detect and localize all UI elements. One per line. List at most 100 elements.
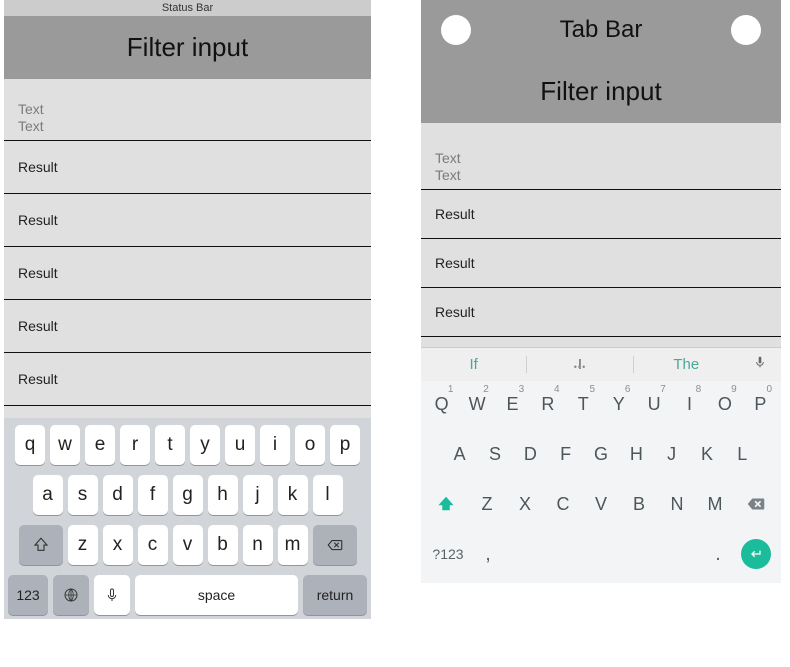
suggestion-bar: If I••• The xyxy=(421,347,781,381)
key-l[interactable]: L xyxy=(725,431,760,477)
phone-mockup-ios: Status Bar Filter input Text Text Result… xyxy=(4,0,371,660)
key-q[interactable]: q xyxy=(15,425,45,465)
suggestion-left[interactable]: If xyxy=(421,356,527,373)
key-c[interactable]: C xyxy=(544,481,582,527)
key-z[interactable]: z xyxy=(68,525,98,565)
key-h[interactable]: H xyxy=(619,431,654,477)
key-r[interactable]: r xyxy=(120,425,150,465)
key-n[interactable]: n xyxy=(243,525,273,565)
key-u[interactable]: 7U xyxy=(636,381,671,427)
key-n[interactable]: N xyxy=(658,481,696,527)
key-m[interactable]: M xyxy=(696,481,734,527)
tab-bar-title: Tab Bar xyxy=(560,16,643,44)
key-b[interactable]: B xyxy=(620,481,658,527)
header-spacer xyxy=(4,79,371,94)
period-key[interactable]: . xyxy=(702,543,734,566)
mic-icon xyxy=(103,586,121,604)
tab-bar: Tab Bar xyxy=(421,0,781,60)
space-key[interactable]: space xyxy=(135,575,298,615)
comma-key[interactable]: , xyxy=(472,543,504,566)
suggestion-mid[interactable]: I••• xyxy=(527,356,633,373)
key-k[interactable]: k xyxy=(278,475,308,515)
key-t[interactable]: t xyxy=(155,425,185,465)
key-f[interactable]: f xyxy=(138,475,168,515)
tab-item-left[interactable] xyxy=(441,15,471,45)
enter-key[interactable] xyxy=(734,539,778,569)
mic-key[interactable] xyxy=(94,575,130,615)
key-e[interactable]: 3E xyxy=(495,381,530,427)
key-h[interactable]: h xyxy=(208,475,238,515)
key-f[interactable]: F xyxy=(548,431,583,477)
phone-mockup-android: Tab Bar Filter input Text Text Result Re… xyxy=(421,0,781,660)
key-x[interactable]: X xyxy=(506,481,544,527)
result-row[interactable]: Result xyxy=(4,141,371,194)
key-r[interactable]: 4R xyxy=(530,381,565,427)
key-z[interactable]: Z xyxy=(468,481,506,527)
spacer xyxy=(421,337,781,347)
key-i[interactable]: 8I xyxy=(672,381,707,427)
result-row[interactable]: Result xyxy=(4,353,371,406)
key-y[interactable]: y xyxy=(190,425,220,465)
key-e[interactable]: e xyxy=(85,425,115,465)
key-b[interactable]: b xyxy=(208,525,238,565)
key-y[interactable]: 6Y xyxy=(601,381,636,427)
key-j[interactable]: J xyxy=(654,431,689,477)
search-header[interactable]: Filter input xyxy=(421,60,781,123)
key-d[interactable]: D xyxy=(513,431,548,477)
numbers-key[interactable]: ?123 xyxy=(424,546,472,562)
result-row[interactable]: Result xyxy=(421,239,781,288)
key-d[interactable]: d xyxy=(103,475,133,515)
shift-key[interactable] xyxy=(19,525,63,565)
key-a[interactable]: a xyxy=(33,475,63,515)
status-bar: Status Bar xyxy=(4,0,371,16)
key-p[interactable]: p xyxy=(330,425,360,465)
result-row[interactable]: Result xyxy=(4,194,371,247)
key-j[interactable]: j xyxy=(243,475,273,515)
suggestion-right[interactable]: The xyxy=(634,356,739,373)
keyboard-row-1: 1Q 2W 3E 4R 5T 6Y 7U 8I 9O 0P xyxy=(424,381,778,427)
result-row[interactable]: Result xyxy=(421,190,781,239)
key-x[interactable]: x xyxy=(103,525,133,565)
header-spacer xyxy=(421,123,781,143)
mic-button[interactable] xyxy=(739,354,781,375)
key-q[interactable]: 1Q xyxy=(424,381,459,427)
shift-key[interactable] xyxy=(424,481,468,527)
search-header[interactable]: Filter input xyxy=(4,16,371,79)
shift-icon xyxy=(32,536,50,554)
android-keyboard: 1Q 2W 3E 4R 5T 6Y 7U 8I 9O 0P A S D F G … xyxy=(421,381,781,583)
result-row[interactable]: Result xyxy=(4,247,371,300)
backspace-key[interactable] xyxy=(734,481,778,527)
info-text-line: Text xyxy=(18,118,357,135)
mic-icon xyxy=(752,354,768,370)
key-g[interactable]: g xyxy=(173,475,203,515)
result-row[interactable]: Result xyxy=(421,288,781,337)
globe-key[interactable] xyxy=(53,575,89,615)
key-u[interactable]: u xyxy=(225,425,255,465)
info-text-line: Text xyxy=(18,101,357,118)
key-v[interactable]: v xyxy=(173,525,203,565)
key-s[interactable]: s xyxy=(68,475,98,515)
key-w[interactable]: w xyxy=(50,425,80,465)
key-m[interactable]: m xyxy=(278,525,308,565)
key-a[interactable]: A xyxy=(442,431,477,477)
key-p[interactable]: 0P xyxy=(743,381,778,427)
key-t[interactable]: 5T xyxy=(566,381,601,427)
numbers-key[interactable]: 123 xyxy=(8,575,48,615)
key-g[interactable]: G xyxy=(583,431,618,477)
result-row[interactable]: Result xyxy=(4,300,371,353)
tab-item-right[interactable] xyxy=(731,15,761,45)
key-l[interactable]: l xyxy=(313,475,343,515)
more-suggestions-icon: ••• xyxy=(527,362,632,372)
backspace-key[interactable] xyxy=(313,525,357,565)
key-w[interactable]: 2W xyxy=(459,381,494,427)
key-v[interactable]: V xyxy=(582,481,620,527)
backspace-icon xyxy=(745,493,767,515)
key-i[interactable]: i xyxy=(260,425,290,465)
key-c[interactable]: c xyxy=(138,525,168,565)
key-o[interactable]: 9O xyxy=(707,381,742,427)
key-s[interactable]: S xyxy=(477,431,512,477)
key-k[interactable]: K xyxy=(689,431,724,477)
return-key[interactable]: return xyxy=(303,575,367,615)
key-o[interactable]: o xyxy=(295,425,325,465)
globe-icon xyxy=(62,586,80,604)
